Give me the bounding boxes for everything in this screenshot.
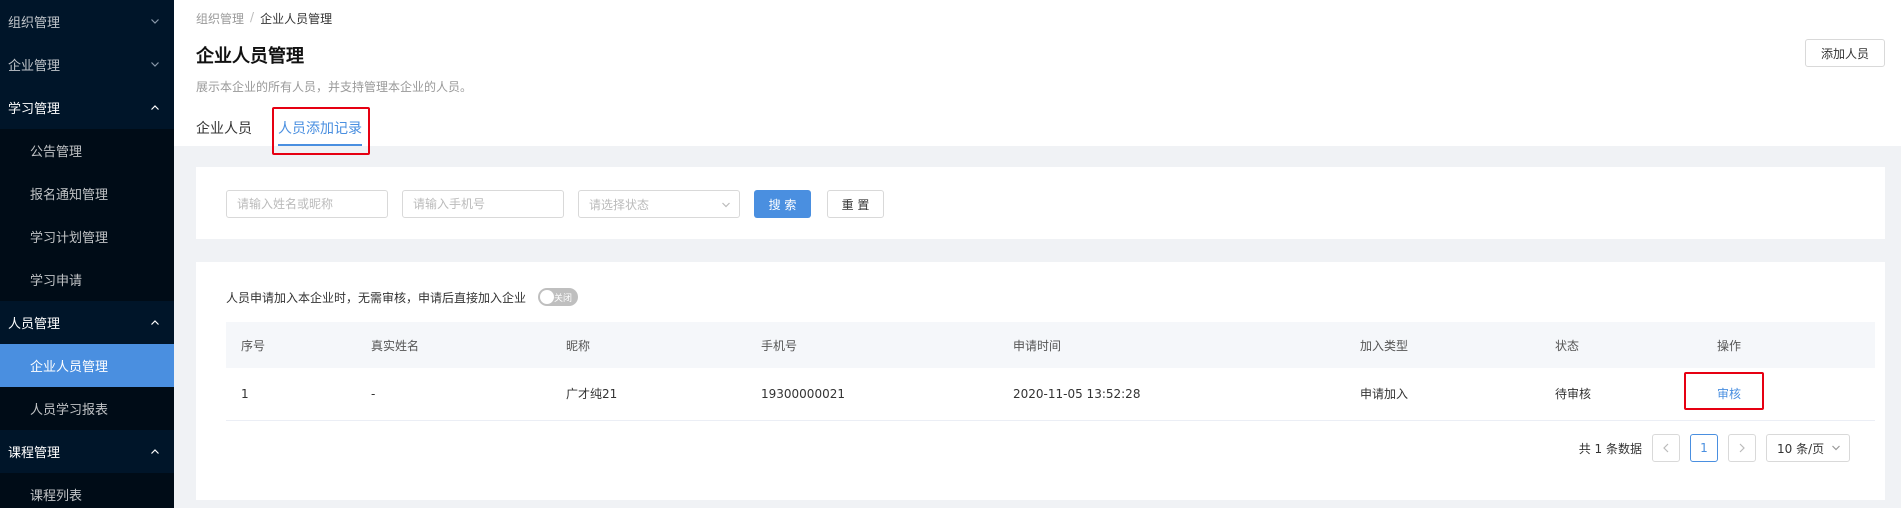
column-header-real-name: 真实姓名	[371, 338, 420, 353]
auto-join-notice-text: 人员申请加入本企业时，无需审核，申请后直接加入企业	[226, 290, 527, 305]
chevron-left-icon	[1663, 443, 1669, 453]
sidebar-item-label: 人员学习报表	[30, 403, 109, 418]
page-size-select[interactable]: 10 条/页	[1766, 434, 1850, 462]
breadcrumb-parent[interactable]: 组织管理	[196, 10, 244, 27]
cell-nickname: 广才纯21	[566, 387, 618, 402]
chevron-up-icon	[150, 447, 160, 457]
toggle-knob	[540, 290, 555, 304]
cell-apply-time: 2020-11-05 13:52:28	[1013, 386, 1141, 401]
breadcrumb-separator: /	[250, 10, 255, 24]
name-search-input[interactable]	[226, 190, 388, 218]
sidebar-item-personnel[interactable]: 人员管理	[0, 301, 174, 344]
table-panel: 人员申请加入本企业时，无需审核，申请后直接加入企业 关闭 序号 真实姓名 昵称 …	[196, 262, 1885, 500]
sidebar-item-course-list[interactable]: 课程列表	[0, 473, 174, 508]
chevron-down-icon	[150, 17, 160, 27]
tab-add-records[interactable]: 人员添加记录	[278, 118, 362, 146]
sidebar-item-learning-plan[interactable]: 学习计划管理	[0, 215, 174, 258]
sidebar-item-announcements[interactable]: 公告管理	[0, 129, 174, 172]
auto-join-toggle[interactable]: 关闭	[538, 288, 579, 306]
cell-action: 审核	[1702, 368, 1875, 420]
pagination-total: 共 1 条数据	[1578, 441, 1642, 456]
sidebar-item-course[interactable]: 课程管理	[0, 430, 174, 473]
phone-search-input[interactable]	[402, 190, 564, 218]
sidebar-item-label: 学习计划管理	[30, 231, 109, 246]
column-header-index: 序号	[241, 338, 266, 353]
page-title: 企业人员管理	[196, 46, 304, 67]
chevron-right-icon	[1739, 443, 1745, 453]
table-row: 1 - 广才纯21 19300000021 2020-11-05 13:52:2…	[226, 368, 1875, 420]
sidebar-item-enterprise-personnel[interactable]: 企业人员管理	[0, 344, 174, 387]
chevron-down-icon	[721, 199, 731, 213]
add-member-button[interactable]: 添加人员	[1805, 39, 1885, 67]
reset-button[interactable]: 重 置	[827, 190, 884, 218]
column-header-nickname: 昵称	[566, 338, 591, 353]
page-number-button[interactable]: 1	[1690, 434, 1718, 462]
tab-enterprise-personnel[interactable]: 企业人员	[196, 118, 252, 146]
sidebar-item-label: 报名通知管理	[30, 188, 109, 203]
cell-real-name: -	[371, 386, 376, 401]
chevron-down-icon	[150, 60, 160, 70]
sidebar-item-label: 学习申请	[30, 274, 83, 289]
toggle-label: 关闭	[554, 293, 573, 304]
sidebar-item-label: 企业人员管理	[30, 360, 109, 375]
breadcrumb: 组织管理 / 企业人员管理	[196, 10, 332, 27]
cell-join-type: 申请加入	[1360, 387, 1409, 402]
sidebar-item-label: 组织管理	[8, 16, 61, 31]
records-table: 序号 真实姓名 昵称 手机号 申请时间 加入类型 状态 操作 1 - 广才纯21…	[226, 322, 1875, 421]
cell-index: 1	[241, 386, 249, 401]
page-size-value: 10 条/页	[1777, 441, 1825, 456]
sidebar-item-label: 学习管理	[8, 102, 61, 117]
chevron-up-icon	[150, 103, 160, 113]
sidebar-item-org[interactable]: 组织管理	[0, 0, 174, 43]
page-description: 展示本企业的所有人员，并支持管理本企业的人员。	[196, 80, 473, 94]
auto-join-notice: 人员申请加入本企业时，无需审核，申请后直接加入企业 关闭	[226, 288, 579, 306]
chevron-down-icon	[1832, 445, 1840, 451]
sidebar-item-label: 人员管理	[8, 317, 61, 332]
sidebar-item-enterprise[interactable]: 企业管理	[0, 43, 174, 86]
sidebar-item-label: 企业管理	[8, 59, 61, 74]
sidebar-item-label: 课程列表	[30, 489, 83, 504]
tab-bar: 企业人员 人员添加记录	[196, 118, 362, 146]
sidebar-item-learning-apply[interactable]: 学习申请	[0, 258, 174, 301]
prev-page-button[interactable]	[1652, 434, 1680, 462]
sidebar-item-signup-notice[interactable]: 报名通知管理	[0, 172, 174, 215]
search-panel: 请选择状态 搜 索 重 置	[196, 167, 1885, 239]
sidebar: 组织管理 企业管理 学习管理 公告管理 报名通知管理 学习计划管理 学习申请 人…	[0, 0, 174, 508]
column-header-join-type: 加入类型	[1360, 338, 1409, 353]
column-header-apply-time: 申请时间	[1013, 338, 1062, 353]
status-select-placeholder: 请选择状态	[589, 197, 650, 212]
sidebar-item-label: 课程管理	[8, 446, 61, 461]
status-select[interactable]: 请选择状态	[578, 190, 740, 218]
chevron-up-icon	[150, 318, 160, 328]
table-header-row: 序号 真实姓名 昵称 手机号 申请时间 加入类型 状态 操作	[226, 322, 1875, 368]
review-link[interactable]: 审核	[1717, 387, 1741, 401]
next-page-button[interactable]	[1728, 434, 1756, 462]
column-header-phone: 手机号	[761, 338, 798, 353]
breadcrumb-current: 企业人员管理	[260, 12, 333, 26]
sidebar-item-label: 公告管理	[30, 145, 83, 160]
pagination: 共 1 条数据 1 10 条/页	[1579, 434, 1850, 462]
page-header: 组织管理 / 企业人员管理 企业人员管理 展示本企业的所有人员，并支持管理本企业…	[174, 0, 1901, 155]
cell-phone: 19300000021	[761, 386, 845, 401]
column-header-action: 操作	[1717, 338, 1742, 353]
sidebar-item-personnel-report[interactable]: 人员学习报表	[0, 387, 174, 430]
cell-status: 待审核	[1555, 387, 1592, 402]
search-button[interactable]: 搜 索	[754, 190, 811, 218]
column-header-status: 状态	[1555, 338, 1580, 353]
sidebar-item-learning[interactable]: 学习管理	[0, 86, 174, 129]
